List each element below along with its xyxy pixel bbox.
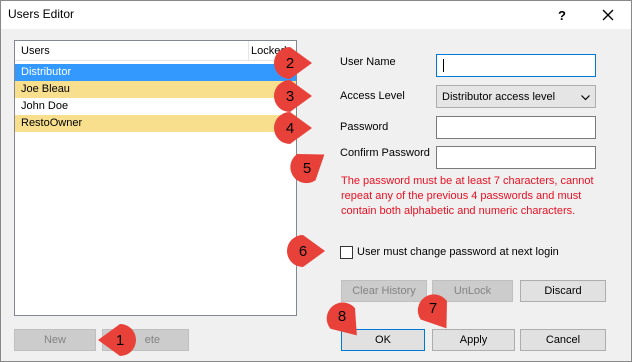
column-header-users[interactable]: Users — [21, 45, 50, 57]
close-icon — [602, 9, 614, 21]
annotation-number: 4 — [285, 119, 295, 137]
list-item[interactable]: RestoOwner — [15, 115, 296, 132]
must-change-password-checkbox[interactable] — [340, 245, 353, 259]
user-rows: Distributor Joe Bleau John Doe RestoOwne… — [15, 64, 296, 132]
list-item[interactable]: Distributor — [15, 64, 296, 81]
password-label: Password — [340, 121, 389, 133]
confirm-password-label: Confirm Password — [340, 147, 430, 159]
close-button[interactable] — [593, 3, 623, 27]
column-divider[interactable] — [248, 41, 249, 60]
access-level-select[interactable]: Distributor access level — [436, 85, 596, 108]
list-header: Users Locked — [15, 41, 296, 61]
window-title: Users Editor — [8, 7, 75, 21]
user-name-label: User Name — [340, 56, 396, 68]
help-button[interactable]: ? — [547, 3, 577, 27]
annotation-marker-4: 4 — [271, 107, 313, 149]
annotation-marker-8: 8 — [323, 299, 365, 341]
access-level-value: Distributor access level — [442, 91, 556, 103]
users-list[interactable]: Users Locked Distributor Joe Bleau John … — [14, 40, 297, 316]
list-item[interactable]: John Doe — [15, 98, 296, 115]
text-caret — [443, 59, 444, 72]
annotation-number: 7 — [428, 299, 438, 317]
password-field[interactable] — [436, 116, 596, 139]
must-change-password-label: User must change password at next login — [357, 246, 559, 258]
title-bar: Users Editor ? — [1, 1, 631, 29]
confirm-password-field[interactable] — [436, 146, 596, 169]
must-change-password-option[interactable]: User must change password at next login — [340, 244, 559, 260]
users-editor-window: Users Editor ? Users Locked Distributor … — [0, 0, 632, 362]
cancel-button[interactable]: Cancel — [520, 329, 606, 351]
discard-button[interactable]: Discard — [520, 280, 606, 302]
annotation-number: 8 — [337, 307, 347, 325]
new-button[interactable]: New — [14, 329, 96, 351]
password-requirements-note: The password must be at least 7 characte… — [341, 175, 594, 217]
annotation-number: 1 — [115, 331, 125, 349]
chevron-down-icon — [581, 92, 590, 104]
annotation-marker-1: 1 — [97, 319, 139, 361]
annotation-number: 5 — [302, 159, 312, 177]
annotation-marker-7: 7 — [414, 291, 456, 333]
annotation-marker-5: 5 — [287, 145, 329, 187]
user-name-input[interactable] — [436, 54, 596, 77]
annotation-marker-6: 6 — [284, 230, 326, 272]
list-item[interactable]: Joe Bleau — [15, 81, 296, 98]
annotation-number: 6 — [298, 242, 308, 260]
access-level-label: Access Level — [340, 90, 405, 102]
